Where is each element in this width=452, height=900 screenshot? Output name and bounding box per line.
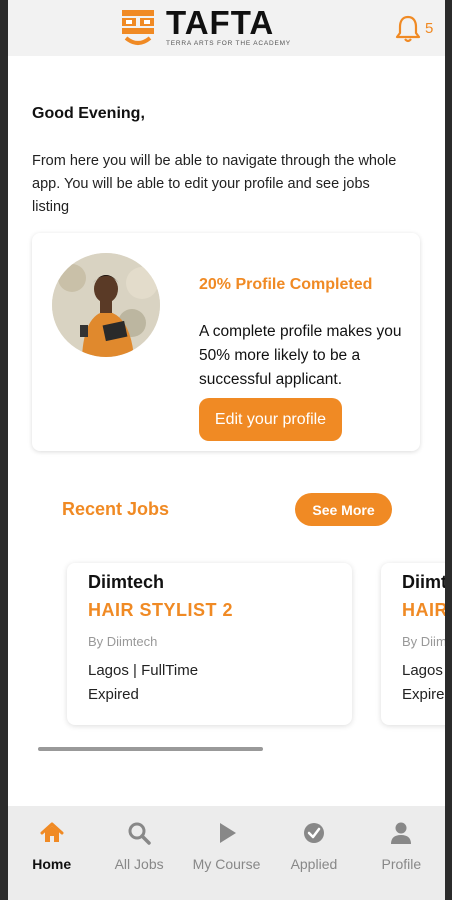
profile-progress-label: 20% Profile Completed	[199, 276, 373, 293]
edit-profile-button[interactable]: Edit your profile	[199, 398, 342, 441]
bottom-nav: Home All Jobs My Course Applied Profile	[8, 806, 445, 900]
nav-item-profile[interactable]: Profile	[358, 806, 445, 900]
job-title: HAIR STYLIST	[402, 600, 445, 620]
play-icon	[219, 823, 236, 843]
jobs-scrollbar[interactable]	[38, 747, 263, 751]
nav-label-profile: Profile	[381, 856, 422, 872]
job-company: Diimtech	[402, 572, 445, 592]
see-more-button[interactable]: See More	[295, 493, 392, 526]
job-company: Diimtech	[88, 572, 165, 592]
job-location: Lagos | FullTime	[402, 662, 445, 679]
intro-text: From here you will be able to navigate t…	[32, 153, 397, 215]
job-card[interactable]: Diimtech HAIR STYLIST By Diimtech Lagos …	[381, 563, 445, 725]
notification-count: 5	[425, 20, 434, 37]
nav-label-home: Home	[32, 856, 72, 872]
app-screen: TAFTA TERRA ARTS FOR THE ACADEMY 5 Good …	[8, 0, 445, 900]
greeting: Good Evening,	[32, 105, 145, 122]
search-icon	[128, 822, 151, 845]
person-icon	[391, 822, 412, 844]
job-status: Expired	[88, 686, 139, 703]
tafta-logo-mark	[122, 10, 154, 45]
logo-title: TAFTA	[166, 4, 275, 41]
nav-label-all-jobs: All Jobs	[114, 856, 164, 872]
nav-item-my-course[interactable]: My Course	[183, 806, 270, 900]
check-circle-icon	[303, 823, 324, 843]
nav-label-my-course: My Course	[192, 856, 261, 872]
home-icon	[40, 822, 64, 842]
nav-item-home[interactable]: Home	[8, 806, 95, 900]
bell-icon[interactable]	[394, 14, 422, 44]
nav-item-all-jobs[interactable]: All Jobs	[95, 806, 182, 900]
avatar	[52, 253, 160, 357]
nav-item-applied[interactable]: Applied	[270, 806, 357, 900]
profile-completion-card: 20% Profile Completed A complete profile…	[32, 233, 420, 451]
recent-jobs-title: Recent Jobs	[62, 499, 170, 519]
job-status: Expired	[402, 686, 445, 703]
job-posted-by: By Diimtech	[88, 634, 158, 649]
profile-completion-message: A complete profile makes you 50% more li…	[199, 323, 402, 388]
job-posted-by: By Diimtech	[402, 634, 445, 649]
tafta-logo: TAFTA TERRA ARTS FOR THE ACADEMY	[120, 4, 291, 48]
logo-subtitle: TERRA ARTS FOR THE ACADEMY	[166, 40, 291, 47]
nav-label-applied: Applied	[290, 856, 338, 872]
job-title: HAIR STYLIST 2	[88, 600, 234, 620]
job-location: Lagos | FullTime	[88, 662, 199, 679]
job-card[interactable]: Diimtech HAIR STYLIST 2 By Diimtech Lago…	[67, 563, 352, 725]
app-header: TAFTA TERRA ARTS FOR THE ACADEMY 5	[8, 0, 445, 56]
